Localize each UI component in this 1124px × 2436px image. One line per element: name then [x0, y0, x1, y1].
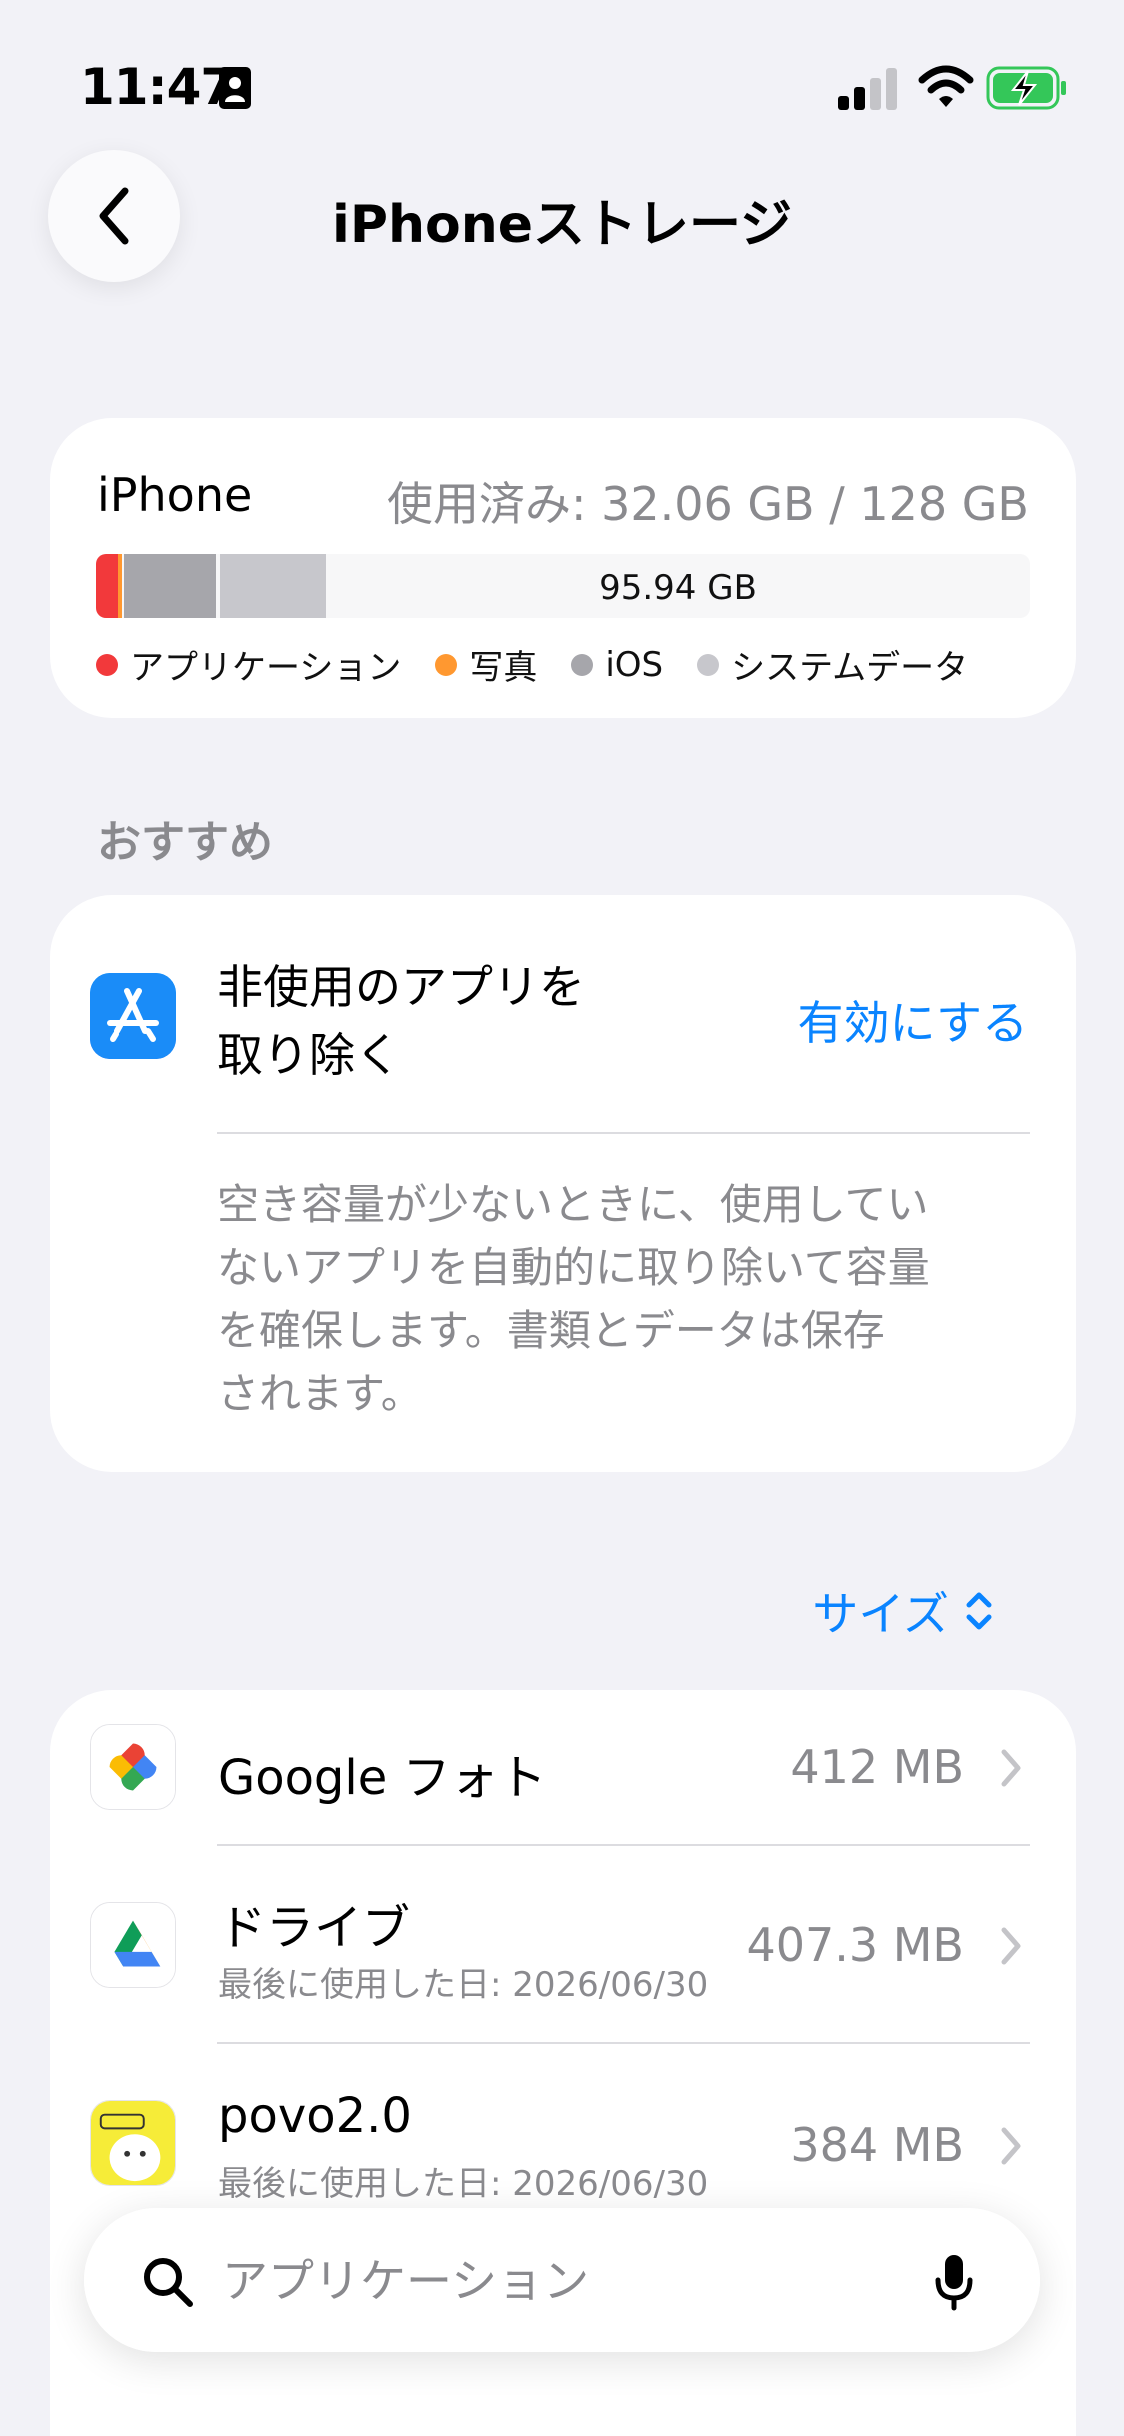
microphone-icon[interactable] [934, 2252, 974, 2312]
app-store-icon [90, 973, 176, 1059]
app-name: povo2.0 [218, 2088, 412, 2144]
sort-button[interactable]: サイズ [812, 1578, 993, 1644]
search-input[interactable] [222, 2246, 862, 2316]
app-row-drive[interactable]: ドライブ 最後に使用した日: 2026/06/30 407.3 MB [50, 1846, 1076, 2044]
legend-dot [435, 653, 458, 676]
legend-label: アプリケーション [130, 648, 402, 688]
status-time: 11:47 [80, 58, 235, 116]
description-line: を確保します。書類とデータは保存 [217, 1306, 885, 1355]
legend-item-system-data: システムデータ [697, 640, 968, 689]
app-last-used: 最後に使用した日: 2026/06/30 [218, 2164, 709, 2204]
divider [217, 1132, 1030, 1134]
app-row-google-photos[interactable]: Google フォト 412 MB [50, 1690, 1076, 1845]
storage-segment-system-data [220, 554, 326, 618]
app-size: 384 MB [790, 2118, 964, 2172]
search-icon [144, 2258, 193, 2307]
app-size: 407.3 MB [746, 1918, 964, 1972]
storage-segment-apps [96, 554, 118, 618]
sort-icon [966, 1592, 992, 1630]
id-card-icon [219, 67, 251, 109]
sort-label: サイズ [812, 1587, 949, 1641]
recommendation-title: 非使用のアプリを 取り除く [217, 953, 637, 1089]
section-header-recommendations: おすすめ [97, 817, 273, 868]
enable-offload-button[interactable]: 有効にする [798, 987, 1028, 1053]
recommendation-title-line: 取り除く [217, 1028, 401, 1082]
povo-icon [90, 2100, 176, 2186]
recommendation-title-line: 非使用のアプリを [217, 960, 585, 1014]
app-size: 412 MB [790, 1740, 964, 1794]
storage-legend: アプリケーション 写真 iOS システムデータ [96, 640, 1002, 689]
legend-label: システムデータ [731, 648, 969, 688]
status-bar: 11:47 [0, 0, 1124, 130]
google-photos-icon [90, 1724, 176, 1810]
legend-item-ios: iOS [571, 645, 663, 685]
storage-free-label: 95.94 GB [599, 568, 757, 608]
page-title: iPhoneストレージ [332, 195, 792, 255]
wifi-icon [918, 65, 974, 107]
chevron-right-icon [1001, 2127, 1021, 2165]
app-name: Google フォト [218, 1750, 547, 1806]
description-line: されます。 [217, 1369, 423, 1418]
recommendation-card: 非使用のアプリを 取り除く 有効にする 空き容量が少ないときに、使用してい ない… [50, 895, 1076, 1472]
legend-item-photos: 写真 [435, 640, 537, 689]
legend-dot [697, 653, 720, 676]
chevron-right-icon [1001, 1927, 1021, 1965]
battery-charging-icon [986, 66, 1066, 110]
device-name: iPhone [97, 468, 253, 522]
signal-icon [838, 68, 897, 110]
legend-dot [571, 653, 594, 676]
app-name: ドライブ [218, 1900, 411, 1956]
legend-dot [96, 653, 118, 676]
storage-bar: 95.94 GB [96, 554, 1030, 618]
description-line: 空き容量が少ないときに、使用してい [217, 1180, 929, 1229]
app-last-used: 最後に使用した日: 2026/06/30 [218, 1965, 709, 2005]
description-line: ないアプリを自動的に取り除いて容量 [217, 1243, 930, 1292]
legend-label: iOS [605, 644, 664, 685]
storage-summary-card: iPhone 使用済み: 32.06 GB / 128 GB 95.94 GB … [50, 418, 1076, 718]
google-drive-icon [90, 1902, 176, 1988]
storage-used-label: 使用済み: 32.06 GB / 128 GB [386, 477, 1029, 531]
legend-item-apps: アプリケーション [96, 640, 401, 689]
chevron-right-icon [1001, 1749, 1021, 1787]
storage-segment-photos [118, 554, 122, 618]
legend-label: 写真 [469, 648, 538, 688]
recommendation-description: 空き容量が少ないときに、使用してい ないアプリを自動的に取り除いて容量 を確保し… [217, 1173, 1017, 1425]
storage-segment-ios [124, 554, 216, 618]
search-bar [84, 2208, 1040, 2352]
